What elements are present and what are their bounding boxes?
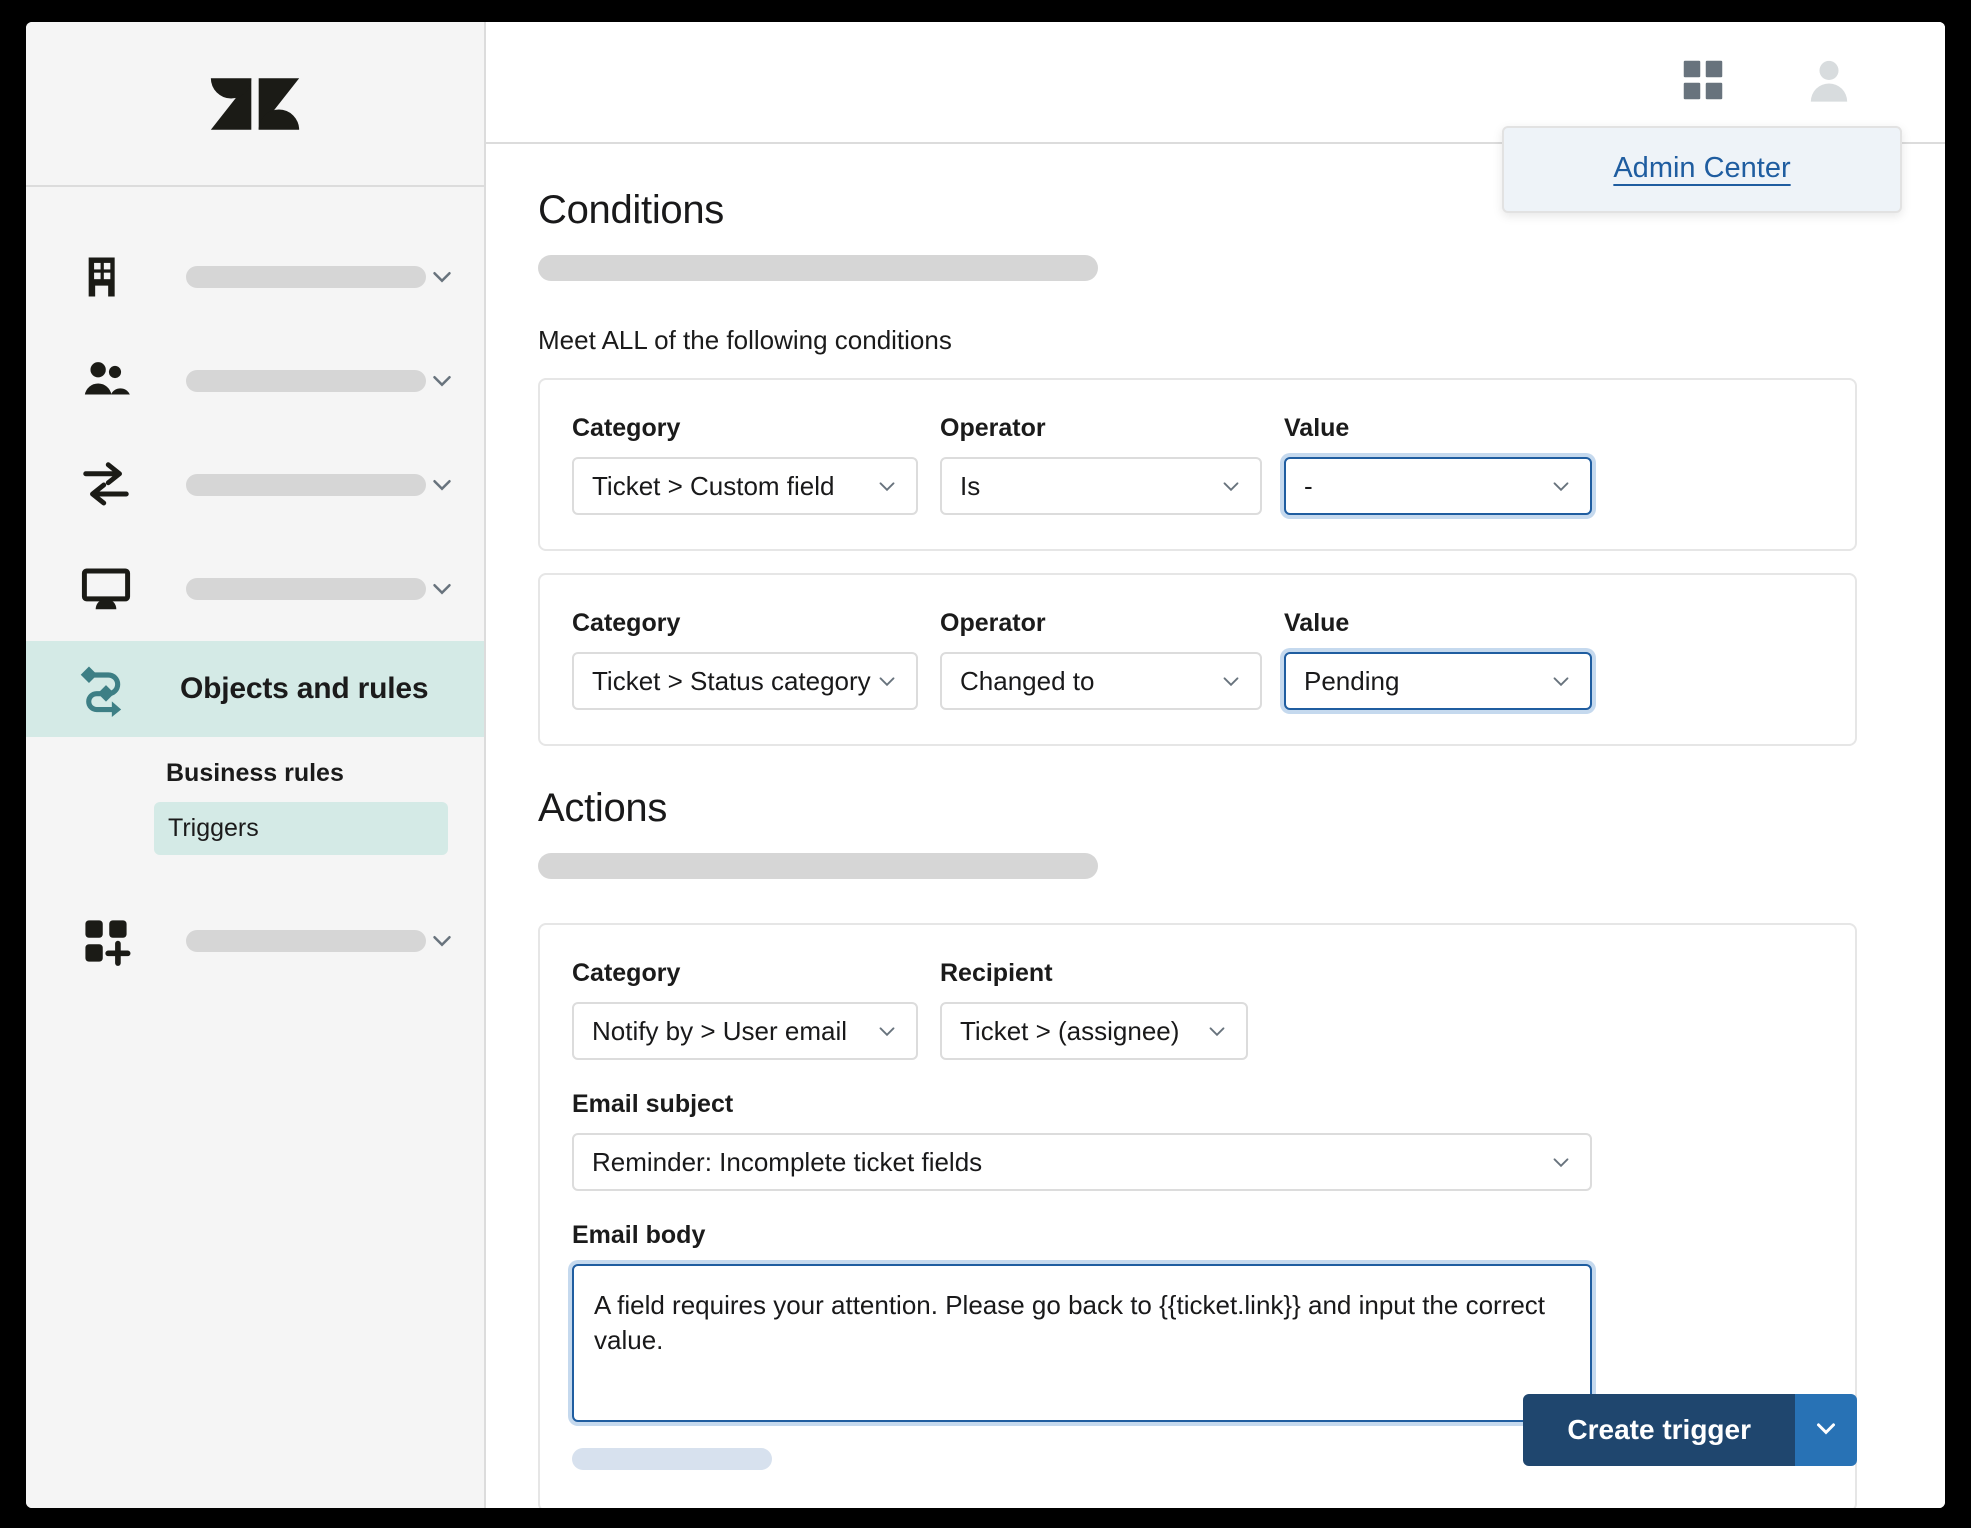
chevron-down-icon	[1218, 668, 1244, 694]
field-label-email-body: Email body	[572, 1221, 706, 1249]
field-label-category: Category	[572, 609, 681, 637]
sidebar-item-objects-and-rules[interactable]: Objects and rules	[26, 641, 484, 737]
sidebar: Objects and rules Business rules Trigger…	[26, 22, 486, 1508]
condition-category-select[interactable]: Ticket > Custom field	[572, 457, 918, 515]
create-trigger-dropdown-button[interactable]	[1795, 1394, 1857, 1466]
condition-value-field: Value Pending	[1284, 609, 1592, 710]
action-category-select[interactable]: Notify by > User email	[572, 1002, 918, 1060]
email-body-helper-placeholder	[572, 1448, 772, 1470]
condition-card: Category Ticket > Status category Operat…	[538, 573, 1857, 746]
email-subject-field: Email subject Reminder: Incomplete ticke…	[572, 1090, 1823, 1191]
transfer-arrows-icon	[78, 457, 134, 513]
chevron-down-icon[interactable]	[426, 925, 458, 957]
sidebar-item-label-placeholder	[186, 930, 426, 952]
field-label-value: Value	[1284, 609, 1350, 637]
action-category-value: Notify by > User email	[592, 1015, 848, 1046]
trigger-editor: Conditions Meet ALL of the following con…	[486, 144, 1945, 1508]
sidebar-nav: Objects and rules Business rules Trigger…	[26, 187, 484, 993]
condition-operator-value: Changed to	[960, 665, 1095, 696]
condition-value-value: Pending	[1304, 665, 1400, 696]
sidebar-item-label-placeholder	[186, 266, 426, 288]
form-footer: Create trigger	[1523, 1394, 1857, 1466]
field-label-category: Category	[572, 959, 681, 987]
condition-fields: Category Ticket > Custom field Operator …	[572, 414, 1823, 515]
field-label-recipient: Recipient	[940, 959, 1053, 987]
field-label-value: Value	[1284, 414, 1350, 442]
user-avatar-icon[interactable]	[1803, 54, 1855, 111]
action-category-field: Category Notify by > User email	[572, 959, 918, 1060]
create-trigger-button[interactable]: Create trigger	[1523, 1394, 1795, 1466]
condition-value-field: Value -	[1284, 414, 1592, 515]
chevron-down-icon	[1548, 1149, 1574, 1175]
sidebar-item-workspaces[interactable]	[26, 537, 484, 641]
condition-value-select[interactable]: Pending	[1284, 652, 1592, 710]
action-recipient-value: Ticket > (assignee)	[960, 1015, 1180, 1046]
action-recipient-field: Recipient Ticket > (assignee)	[940, 959, 1248, 1060]
sidebar-item-account[interactable]	[26, 225, 484, 329]
sidebar-subheading: Business rules	[166, 759, 344, 787]
condition-operator-field: Operator Changed to	[940, 609, 1262, 710]
logo-area	[26, 22, 484, 187]
condition-category-value: Ticket > Custom field	[592, 470, 835, 501]
field-label-email-subject: Email subject	[572, 1090, 734, 1118]
email-subject-input[interactable]: Reminder: Incomplete ticket fields	[572, 1133, 1592, 1191]
meet-all-conditions-label: Meet ALL of the following conditions	[538, 325, 952, 355]
grid-apps-icon[interactable]	[1681, 58, 1725, 107]
sidebar-item-people[interactable]	[26, 329, 484, 433]
chevron-down-icon[interactable]	[426, 261, 458, 293]
chevron-down-icon	[1811, 1413, 1841, 1448]
building-icon	[78, 249, 134, 305]
actions-subtitle-placeholder	[538, 853, 1098, 879]
chevron-down-icon	[874, 1018, 900, 1044]
condition-operator-value: Is	[960, 470, 981, 501]
condition-category-value: Ticket > Status category	[592, 665, 871, 696]
chevron-down-icon[interactable]	[426, 365, 458, 397]
field-label-operator: Operator	[940, 414, 1046, 442]
action-recipient-select[interactable]: Ticket > (assignee)	[940, 1002, 1248, 1060]
monitor-icon	[78, 561, 134, 617]
actions-heading: Actions	[538, 786, 668, 830]
chevron-down-icon	[1548, 473, 1574, 499]
people-icon	[78, 353, 134, 409]
main-area: Admin Center Conditions Meet ALL of the …	[486, 22, 1945, 1508]
field-label-operator: Operator	[940, 609, 1046, 637]
chevron-down-icon	[1548, 668, 1574, 694]
admin-center-link[interactable]: Admin Center	[1613, 152, 1790, 184]
apps-add-icon	[78, 913, 134, 969]
chevron-down-icon	[874, 473, 900, 499]
chevron-down-icon[interactable]	[426, 469, 458, 501]
sidebar-item-triggers[interactable]: Triggers	[154, 802, 448, 855]
sidebar-item-label-placeholder	[186, 474, 426, 496]
condition-operator-field: Operator Is	[940, 414, 1262, 515]
condition-fields: Category Ticket > Status category Operat…	[572, 609, 1823, 710]
condition-operator-select[interactable]: Changed to	[940, 652, 1262, 710]
chevron-down-icon	[1218, 473, 1244, 499]
sidebar-item-label: Objects and rules	[180, 672, 429, 705]
email-body-textarea[interactable]: A field requires your attention. Please …	[572, 1264, 1592, 1422]
action-fields: Category Notify by > User email Recipien…	[572, 959, 1823, 1060]
zendesk-logo[interactable]	[209, 58, 301, 150]
sidebar-item-label-placeholder	[186, 370, 426, 392]
condition-card: Category Ticket > Custom field Operator …	[538, 378, 1857, 551]
condition-category-field: Category Ticket > Status category	[572, 609, 918, 710]
condition-category-select[interactable]: Ticket > Status category	[572, 652, 918, 710]
objects-rules-icon	[78, 661, 134, 717]
chevron-down-icon[interactable]	[426, 573, 458, 605]
chevron-down-icon	[874, 668, 900, 694]
condition-operator-select[interactable]: Is	[940, 457, 1262, 515]
condition-value-value: -	[1304, 470, 1313, 501]
sidebar-subgroup-business-rules: Business rules Triggers	[26, 737, 484, 855]
chevron-down-icon	[1204, 1018, 1230, 1044]
sidebar-item-label-placeholder	[186, 578, 426, 600]
field-label-category: Category	[572, 414, 681, 442]
condition-category-field: Category Ticket > Custom field	[572, 414, 918, 515]
sidebar-item-channels[interactable]	[26, 433, 484, 537]
sidebar-item-apps-and-integrations[interactable]	[26, 889, 484, 993]
condition-value-select[interactable]: -	[1284, 457, 1592, 515]
admin-center-menu: Admin Center	[1502, 126, 1902, 213]
email-subject-value: Reminder: Incomplete ticket fields	[592, 1146, 983, 1177]
conditions-subtitle-placeholder	[538, 255, 1098, 281]
app-window: Objects and rules Business rules Trigger…	[26, 22, 1945, 1508]
